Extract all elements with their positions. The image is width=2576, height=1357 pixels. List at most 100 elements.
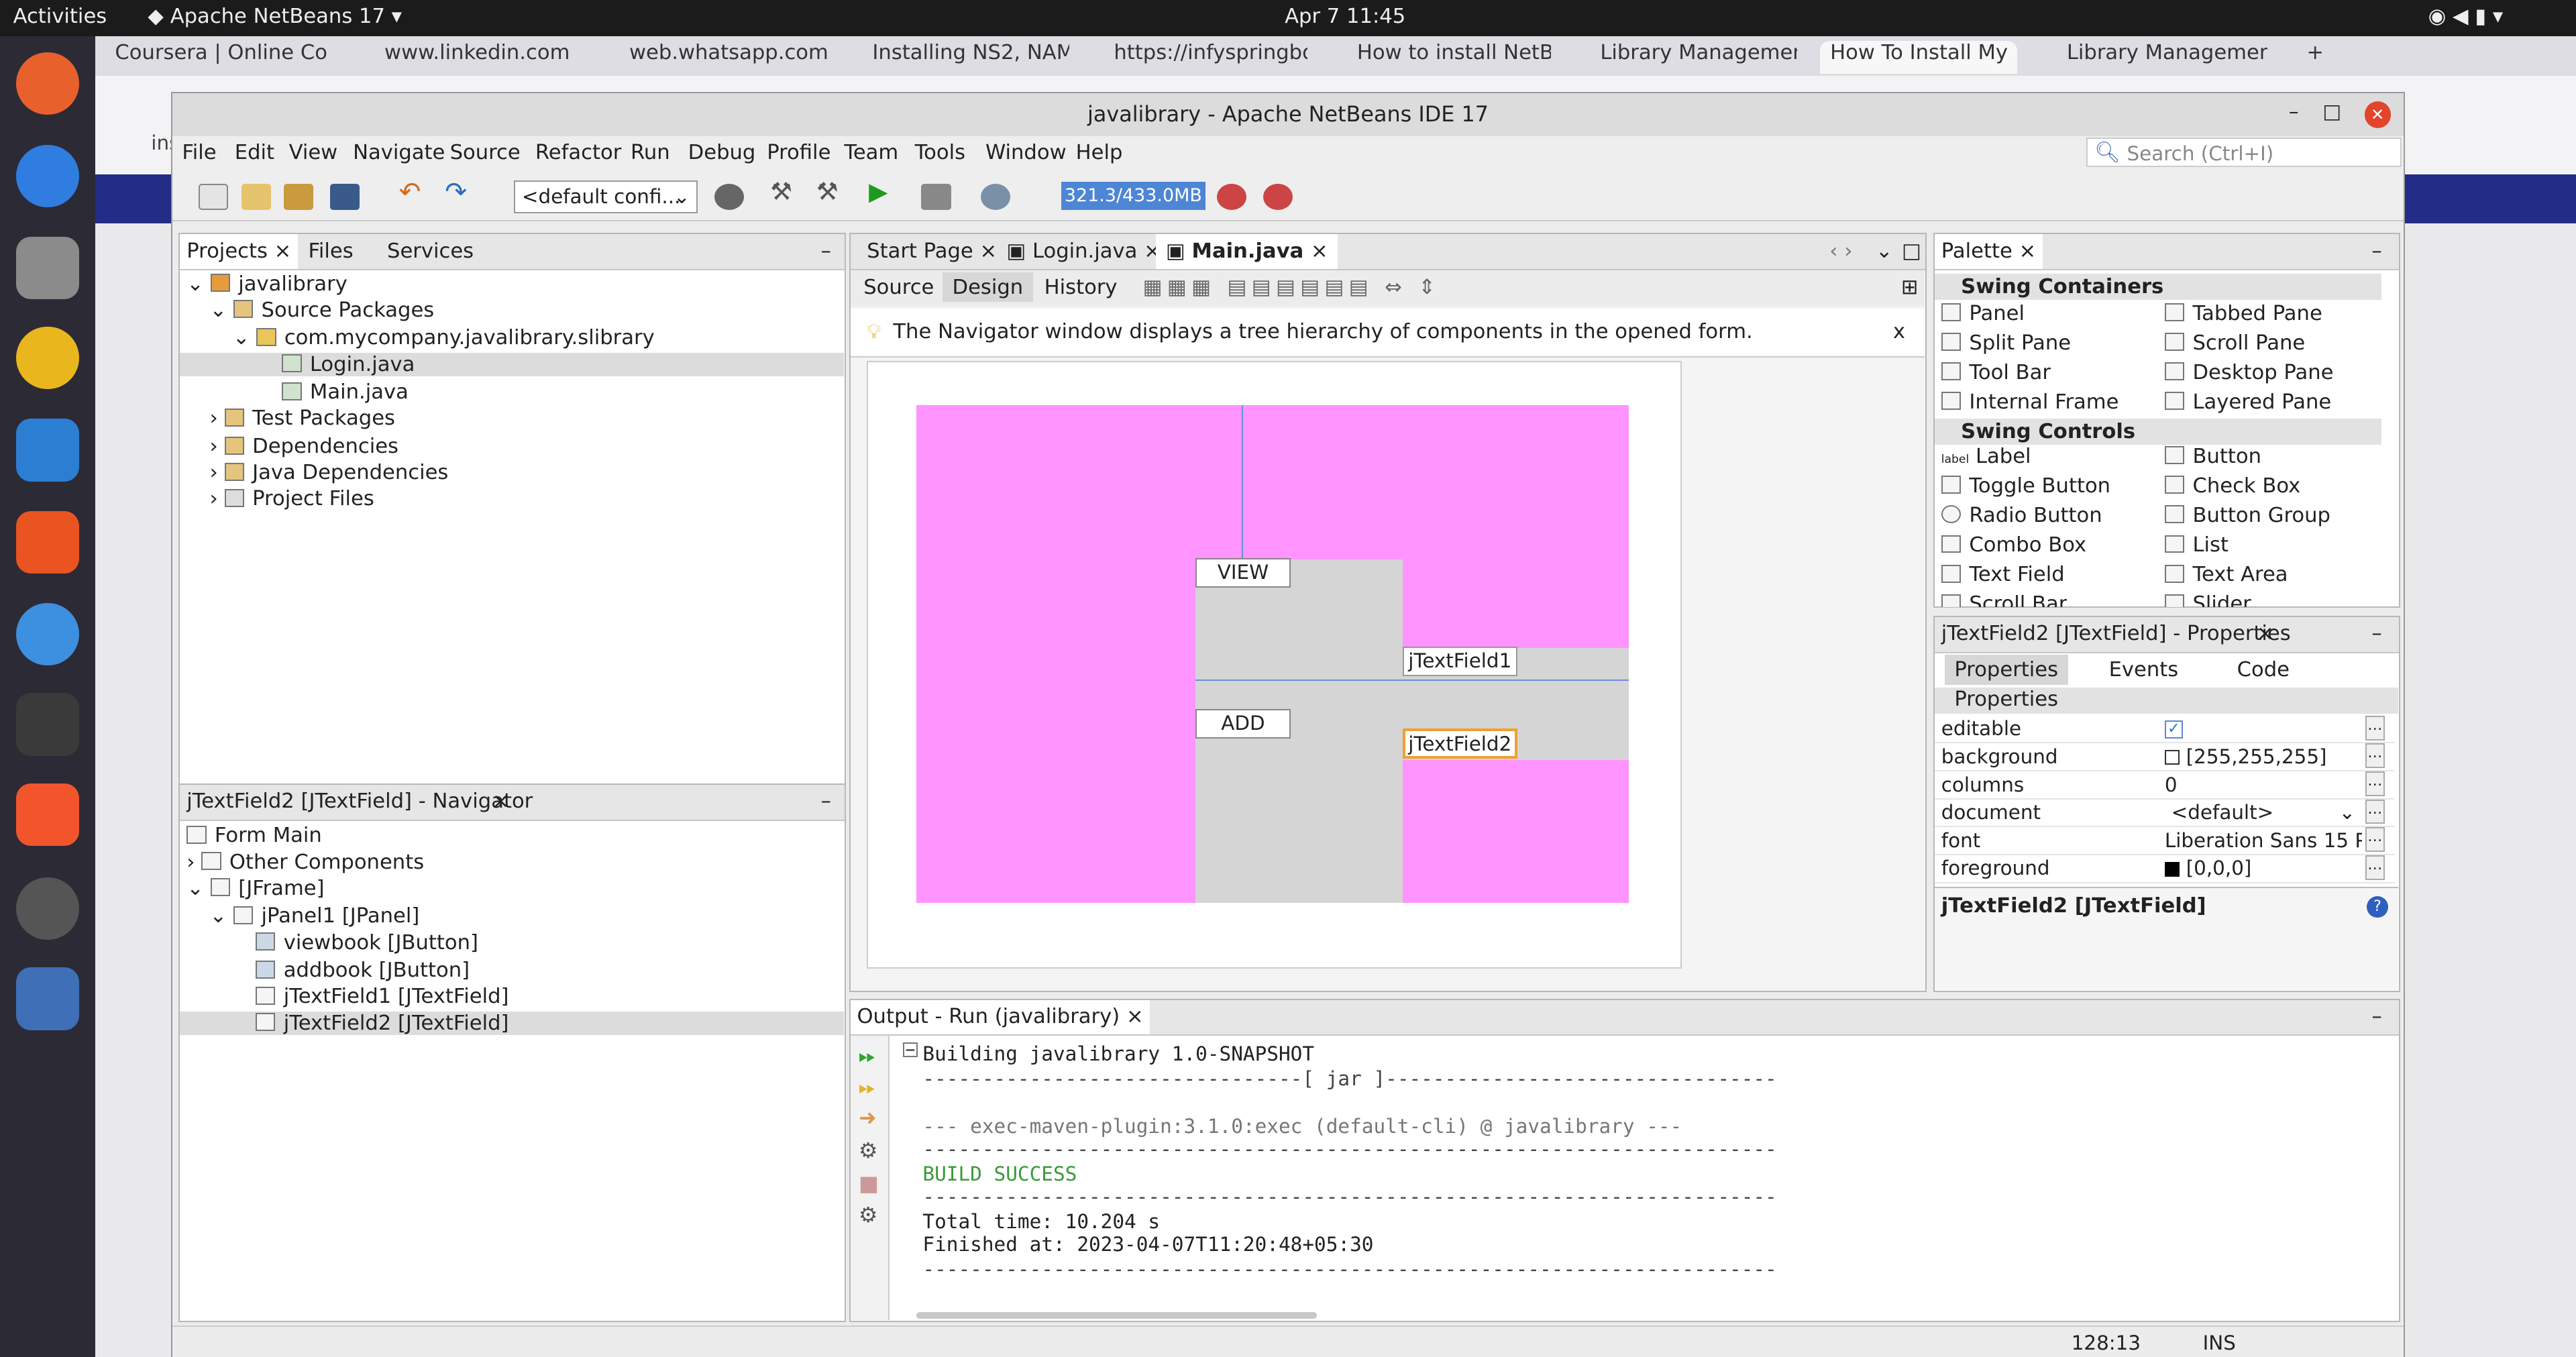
palette-item-list[interactable]: List [2164, 533, 2229, 557]
build-icon[interactable]: ⚒ [770, 177, 800, 206]
nav-item-other-components[interactable]: › Other Components [186, 851, 424, 874]
writer-icon[interactable] [16, 419, 79, 482]
menu-file[interactable]: File [182, 141, 216, 164]
menu-help[interactable]: Help [1076, 141, 1123, 164]
browser-tab-active[interactable]: How To Install My [1820, 41, 2018, 74]
mode-source[interactable]: Source [863, 276, 934, 299]
view-button-preview[interactable]: VIEW [1195, 557, 1291, 588]
minimize-panel-icon[interactable]: – [821, 239, 831, 263]
output-tab[interactable]: Output - Run (javalibrary) × [850, 999, 1150, 1034]
activities-button[interactable]: Activities [13, 5, 107, 28]
prop-editor-button[interactable]: … [2365, 799, 2385, 824]
help-icon[interactable] [16, 602, 79, 665]
tree-item-project-files[interactable]: › Project Files [210, 487, 374, 510]
palette-item-split-pane[interactable]: Split Pane [1941, 331, 2071, 355]
minimize-panel-icon[interactable]: – [821, 790, 831, 813]
palette-item-scroll-pane[interactable]: Scroll Pane [2164, 331, 2305, 355]
prop-row-document[interactable]: document <default> ⌄ … [1935, 799, 2395, 828]
browser-tab[interactable]: Coursera | Online Co [115, 41, 345, 74]
browser-tab[interactable]: How to install NetBe [1357, 41, 1551, 74]
prop-row-columns[interactable]: columns 0 … [1935, 771, 2395, 800]
clean-build-icon[interactable]: ⚒ [816, 177, 846, 206]
prop-editor-button[interactable]: … [2365, 743, 2385, 769]
palette-tab[interactable]: Palette × [1935, 234, 2043, 269]
nav-item-form[interactable]: Form Main [186, 824, 322, 847]
mode-history[interactable]: History [1044, 276, 1118, 299]
netbeans-dock-icon[interactable] [16, 967, 79, 1030]
rerun-icon[interactable]: ⏩︎ [859, 1042, 875, 1069]
stop-icon[interactable]: ➜ [859, 1105, 877, 1130]
browser-tab[interactable]: https://infyspringbo [1114, 41, 1307, 74]
prop-editor-button[interactable]: … [2365, 715, 2385, 741]
menu-view[interactable]: View [289, 141, 338, 164]
palette-item-combo-box[interactable]: Combo Box [1941, 533, 2086, 557]
close-icon[interactable]: × [2019, 239, 2037, 263]
insert-mode[interactable]: INS [2203, 1332, 2236, 1354]
globe-icon[interactable] [714, 183, 744, 210]
browser-tab[interactable]: Installing NS2, NAM a [872, 41, 1069, 74]
nav-item-jpanel[interactable]: ⌄ jPanel1 [JPanel] [210, 904, 420, 928]
clear-icon[interactable]: ■ [859, 1171, 879, 1196]
rerun-goals-icon[interactable]: ⏩︎ [859, 1074, 875, 1100]
close-icon[interactable]: × [274, 239, 292, 263]
menu-tools[interactable]: Tools [915, 141, 965, 164]
tab-list-icon[interactable]: ⌄ [1876, 239, 1893, 263]
menu-window[interactable]: Window [985, 141, 1067, 164]
nav-item-jframe[interactable]: ⌄ [JFrame] [186, 877, 324, 900]
prop-row-background[interactable]: background [255,255,255] … [1935, 743, 2395, 772]
save-all-icon[interactable] [329, 183, 360, 210]
maximize-editor-icon[interactable]: □ [1902, 239, 1921, 263]
wifi-icon[interactable]: ◉ ◀ ▮ ▾ [2428, 5, 2504, 28]
tree-item-project[interactable]: ⌄ javalibrary [186, 272, 347, 296]
tab-files[interactable]: Files [308, 239, 353, 263]
tab-projects[interactable]: Projects × [180, 234, 299, 269]
profile-icon[interactable] [980, 183, 1010, 210]
prop-row-editable[interactable]: editable ✓ … [1935, 715, 2395, 744]
properties-section[interactable]: Properties [1935, 688, 2398, 714]
browser-tab[interactable]: web.whatsapp.com [629, 41, 859, 74]
menu-source[interactable]: Source [450, 141, 521, 164]
palette-item-text-field[interactable]: Text Field [1941, 563, 2065, 586]
config-dropdown[interactable]: <default confi... ⌄ [514, 180, 698, 213]
prop-editor-button[interactable]: … [2365, 771, 2385, 796]
palette-item-panel[interactable]: Panel [1941, 302, 2025, 325]
prop-value[interactable]: Liberation Sans 15 Pla [2165, 829, 2362, 852]
jtextfield1-preview[interactable]: jTextField1 [1402, 646, 1517, 677]
minimize-icon[interactable]: – [2289, 100, 2299, 123]
fold-toggle-icon[interactable]: − [903, 1041, 918, 1058]
menu-debug[interactable]: Debug [688, 141, 756, 164]
output-scrollbar[interactable] [916, 1311, 1318, 1319]
brave-icon[interactable] [16, 783, 79, 847]
menu-profile[interactable]: Profile [767, 141, 830, 164]
prop-editor-button[interactable]: … [2365, 827, 2385, 853]
tree-item-main-java[interactable]: Main.java [282, 380, 409, 404]
palette-item-label[interactable]: label Label [1941, 445, 2031, 468]
palette-item-internal-frame[interactable]: Internal Frame [1941, 390, 2118, 414]
add-button-preview[interactable]: ADD [1195, 709, 1291, 739]
output-settings-icon[interactable]: ⚙ [859, 1138, 878, 1163]
new-project-icon[interactable] [241, 183, 271, 210]
prop-editor-button[interactable]: … [2365, 855, 2385, 880]
open-project-icon[interactable] [284, 183, 314, 210]
close-icon[interactable]: × [2257, 622, 2274, 645]
minimize-panel-icon[interactable]: – [2371, 239, 2381, 263]
memory-indicator[interactable]: 321.3/433.0MB [1061, 182, 1206, 210]
prop-row-foreground[interactable]: foreground [0,0,0] … [1935, 855, 2395, 883]
tab-events[interactable]: Events [2109, 658, 2179, 682]
editable-checkbox[interactable]: ✓ [2164, 720, 2183, 739]
palette-item-button-group[interactable]: Button Group [2164, 504, 2330, 527]
nav-item-addbook[interactable]: addbook [JButton] [256, 959, 470, 982]
palette-item-check-box[interactable]: Check Box [2164, 474, 2300, 498]
menu-refactor[interactable]: Refactor [535, 141, 621, 164]
group-swing-containers[interactable]: Swing Containers [1935, 274, 2382, 301]
nav-item-viewbook[interactable]: viewbook [JButton] [256, 931, 478, 955]
search-input[interactable]: Search (Ctrl+I) [2086, 138, 2402, 168]
updater-icon[interactable] [16, 877, 79, 940]
tab-start-page[interactable]: Start Page × [867, 239, 997, 263]
terminal-icon[interactable] [16, 693, 79, 756]
profiler-icon[interactable] [1263, 183, 1293, 210]
palette-item-tool-bar[interactable]: Tool Bar [1941, 361, 2051, 384]
tree-item-dependencies[interactable]: › Dependencies [210, 435, 398, 458]
palette-item-toggle-button[interactable]: Toggle Button [1941, 474, 2110, 498]
clock[interactable]: Apr 7 11:45 [1285, 5, 1405, 28]
